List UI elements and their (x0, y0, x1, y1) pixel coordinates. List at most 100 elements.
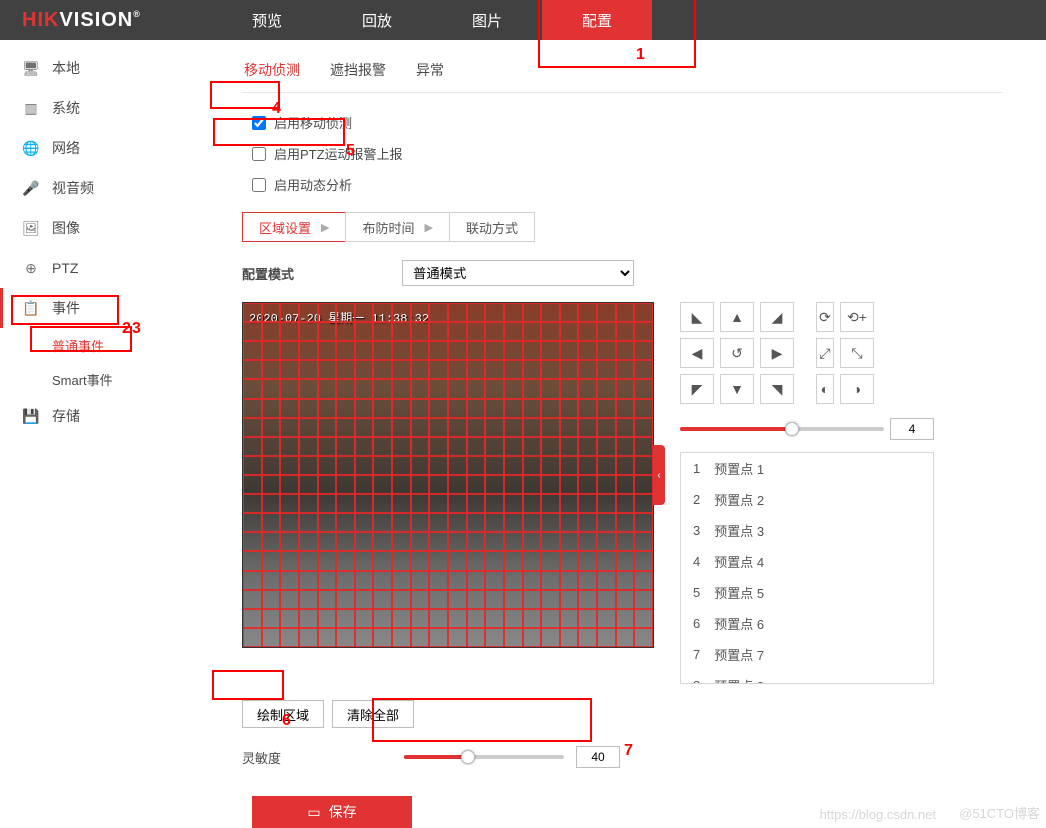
ptz-btn-2-4[interactable]: ◑ (840, 374, 874, 404)
sidebar-item-视音频[interactable]: 🎤视音频 (0, 168, 212, 208)
video-preview[interactable]: 2020-07-20 星期一 11:38:32 ‹ (242, 302, 654, 648)
preset-name: 预置点 2 (714, 490, 764, 509)
ptz-btn-1-0[interactable]: ◀ (680, 338, 714, 368)
subtab-异常[interactable]: 异常 (414, 56, 446, 84)
top-nav-图片[interactable]: 图片 (432, 0, 542, 40)
logo-reg: ® (133, 9, 141, 19)
sidebar-icon-0: 🖥 (22, 59, 40, 77)
preset-row[interactable]: 2 预置点 2 (681, 484, 933, 515)
ptz-btn-1-2[interactable]: ▶ (760, 338, 794, 368)
draw-area-button[interactable]: 绘制区域 (242, 700, 324, 728)
step-tabs: 区域设置▶布防时间▶联动方式 (242, 212, 1046, 242)
preset-index: 8 (693, 678, 700, 684)
save-icon: ▭ (307, 804, 320, 821)
preset-index: 5 (693, 585, 700, 600)
subtab-移动侦测[interactable]: 移动侦测 (242, 56, 302, 84)
preset-row[interactable]: 3预置点 3 (681, 515, 933, 546)
step-tab-布防时间[interactable]: 布防时间▶ (345, 212, 448, 242)
ptz-btn-1-1[interactable]: ↺ (720, 338, 754, 368)
enable-motion-checkbox[interactable] (252, 116, 266, 130)
enable-dynamic-label: 启用动态分析 (274, 175, 352, 194)
sidebar-item-PTZ[interactable]: ⊕PTZ (0, 248, 212, 288)
sidebar-label: 事件 (52, 298, 80, 318)
logo-vision: VISION (59, 9, 133, 31)
sidebar-item-图像[interactable]: 🖼图像 (0, 208, 212, 248)
config-mode-row: 配置模式 普通模式 (242, 260, 1046, 286)
preset-row[interactable]: 8预置点 8 (681, 670, 933, 684)
sensitivity-label: 灵敏度 (242, 748, 302, 767)
ptz-btn-0-4[interactable]: ⟲+ (840, 302, 874, 332)
step-tab-区域设置[interactable]: 区域设置▶ (242, 212, 345, 242)
ptz-speed-value[interactable] (890, 418, 934, 440)
sensitivity-value[interactable] (576, 746, 620, 768)
top-bar: HIKVISION® 预览回放图片配置 (0, 0, 1046, 40)
motion-grid[interactable] (243, 303, 653, 647)
sidebar-sub-Smart事件[interactable]: Smart事件 (0, 362, 212, 396)
video-collapse-handle[interactable]: ‹ (653, 445, 665, 505)
ptz-panel: ◣▲◢ ⟳⟲+ ◀↺▶ ⤢⤡ ◤▼◥ ◐◑ 1 预置点 1 2 预置点 2 3预置点 3 4 预置点 … (680, 302, 934, 684)
sub-tabs: 移动侦测遮挡报警异常 (242, 56, 1002, 93)
ptz-btn-0-1[interactable]: ▲ (720, 302, 754, 332)
preset-index: 1 (693, 461, 700, 476)
preset-index: 4 (693, 554, 700, 569)
preset-index: 7 (693, 647, 700, 662)
ptz-btn-0-2[interactable]: ◢ (760, 302, 794, 332)
sensitivity-slider[interactable] (404, 755, 564, 759)
preset-list[interactable]: 1 预置点 1 2 预置点 2 3预置点 3 4 预置点 4 5 预置点 5 6预置点 6 7 预置点… (680, 452, 934, 684)
sidebar-icon-4: 🖼 (22, 219, 40, 237)
sidebar-item-存储[interactable]: 💾 存储 (0, 396, 212, 436)
sidebar-icon-2: 🌐 (22, 139, 40, 157)
watermark-csdn: https://blog.csdn.net (820, 807, 936, 822)
enable-ptz-alarm-checkbox[interactable] (252, 147, 266, 161)
content: 移动侦测遮挡报警异常 启用移动侦测 启用PTZ运动报警上报 启用动态分析 区域设… (212, 40, 1046, 828)
preset-name: 预置点 1 (714, 459, 764, 478)
preset-row[interactable]: 6预置点 6 (681, 608, 933, 639)
ptz-button-grid: ◣▲◢ ⟳⟲+ ◀↺▶ ⤢⤡ ◤▼◥ ◐◑ (680, 302, 934, 404)
sidebar: 🖥 本地 ▥系统 🌐 网络 🎤视音频🖼图像⊕PTZ📋事件普通事件Smart事件 💾 存储 (0, 40, 212, 828)
preset-index: 2 (693, 492, 700, 507)
preset-index: 6 (693, 616, 700, 631)
top-nav: 预览回放图片配置 (212, 0, 652, 40)
ptz-btn-2-1[interactable]: ▼ (720, 374, 754, 404)
preset-name: 预置点 7 (714, 645, 764, 664)
save-button[interactable]: ▭ 保存 (252, 796, 412, 828)
sidebar-label: 视音频 (52, 178, 94, 198)
sidebar-icon-5: ⊕ (22, 259, 40, 277)
sidebar-label: 网络 (52, 138, 80, 158)
ptz-btn-0-0[interactable]: ◣ (680, 302, 714, 332)
ptz-btn-2-3[interactable]: ◐ (816, 374, 834, 404)
sidebar-item-事件[interactable]: 📋事件 (0, 288, 212, 328)
ptz-btn-1-4[interactable]: ⤡ (840, 338, 874, 368)
sidebar-icon-7: 💾 (22, 407, 40, 425)
top-nav-回放[interactable]: 回放 (322, 0, 432, 40)
ptz-btn-2-2[interactable]: ◥ (760, 374, 794, 404)
sidebar-item-系统[interactable]: ▥系统 (0, 88, 212, 128)
sidebar-item-本地[interactable]: 🖥 本地 (0, 48, 212, 88)
preset-row[interactable]: 5 预置点 5 (681, 577, 933, 608)
subtab-遮挡报警[interactable]: 遮挡报警 (328, 56, 388, 84)
watermark: @51CTO博客 (959, 803, 1040, 822)
sidebar-label: 存储 (52, 406, 80, 426)
preset-row[interactable]: 7 预置点 7 (681, 639, 933, 670)
preset-name: 预置点 5 (714, 583, 764, 602)
ptz-btn-0-3[interactable]: ⟳ (816, 302, 834, 332)
step-tab-联动方式[interactable]: 联动方式 (449, 212, 535, 242)
save-label: 保存 (329, 802, 357, 822)
sidebar-item-网络[interactable]: 🌐 网络 (0, 128, 212, 168)
preset-name: 预置点 4 (714, 552, 764, 571)
clear-all-button[interactable]: 清除全部 (332, 700, 414, 728)
top-nav-预览[interactable]: 预览 (212, 0, 322, 40)
preset-row[interactable]: 4 预置点 4 (681, 546, 933, 577)
config-mode-select[interactable]: 普通模式 (402, 260, 634, 286)
top-nav-配置[interactable]: 配置 (542, 0, 652, 40)
ptz-btn-1-3[interactable]: ⤢ (816, 338, 834, 368)
preset-name: 预置点 3 (714, 521, 764, 540)
sidebar-label: 系统 (52, 98, 80, 118)
sidebar-label: 本地 (52, 58, 80, 78)
config-mode-label: 配置模式 (242, 264, 402, 283)
ptz-speed-slider[interactable] (680, 427, 884, 431)
ptz-btn-2-0[interactable]: ◤ (680, 374, 714, 404)
preset-row[interactable]: 1 预置点 1 (681, 453, 933, 484)
enable-dynamic-checkbox[interactable] (252, 178, 266, 192)
sidebar-sub-普通事件[interactable]: 普通事件 (0, 328, 212, 362)
